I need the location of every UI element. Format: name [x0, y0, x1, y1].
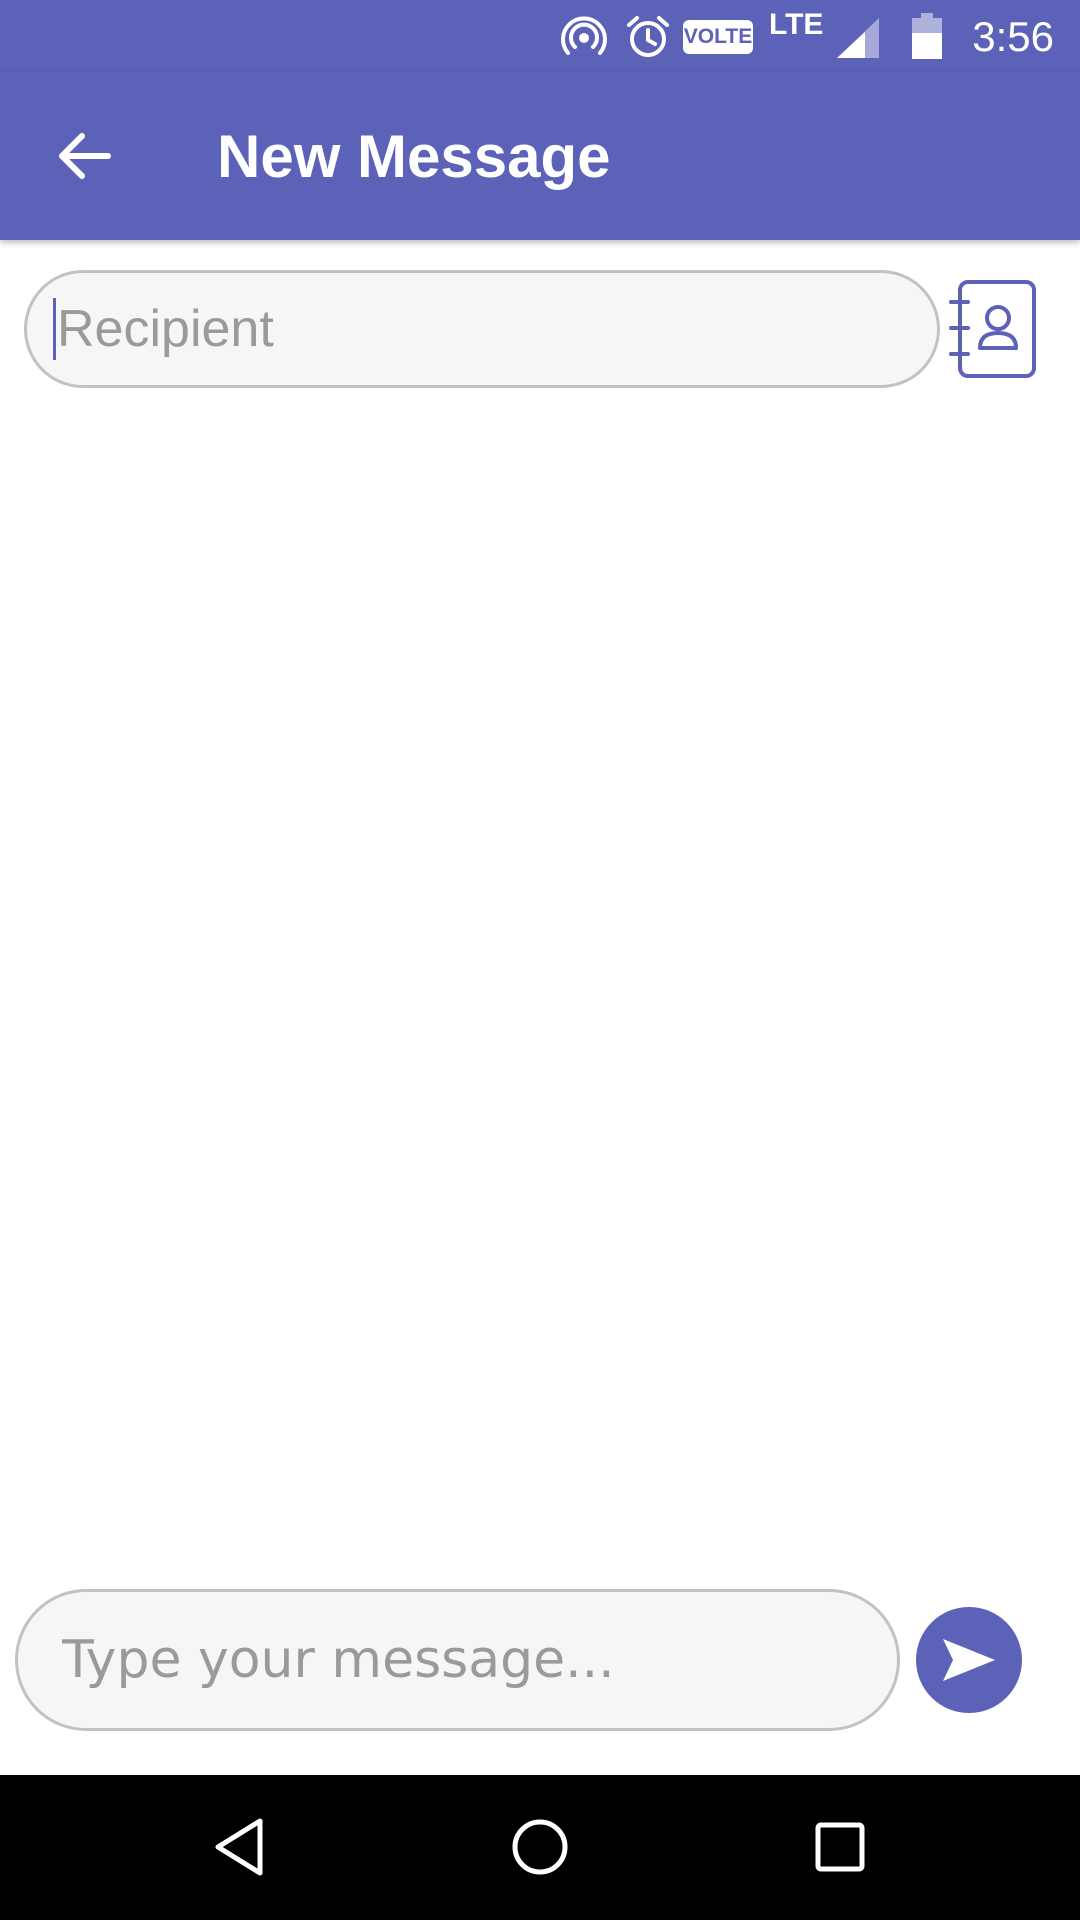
back-button[interactable]: [40, 112, 128, 200]
back-triangle-icon: [215, 1818, 263, 1876]
app-bar: New Message: [0, 72, 1080, 240]
battery-icon: [912, 13, 942, 59]
status-bar: VOLTE LTE 3:56: [0, 0, 1080, 72]
recipient-input[interactable]: [24, 270, 940, 388]
arrow-left-icon: [59, 133, 111, 179]
send-icon: [943, 1639, 995, 1681]
nav-back-button[interactable]: [190, 1797, 290, 1897]
text-cursor: [53, 298, 56, 360]
alarm-icon: [627, 16, 669, 57]
send-button[interactable]: [916, 1607, 1022, 1713]
network-type-label: LTE: [769, 8, 824, 41]
page-title: New Message: [217, 123, 611, 190]
system-navigation-bar: [0, 1775, 1080, 1920]
nav-home-button[interactable]: [490, 1797, 590, 1897]
recents-square-icon: [815, 1822, 865, 1872]
home-circle-icon: [512, 1819, 568, 1875]
signal-icon: [837, 18, 879, 58]
hotspot-icon: [561, 16, 607, 55]
contacts-book-icon: [949, 280, 1036, 378]
new-message-screen: VOLTE LTE 3:56 New Message: [0, 0, 1080, 1920]
contacts-button[interactable]: [948, 278, 1040, 380]
nav-recents-button[interactable]: [790, 1797, 890, 1897]
status-time: 3:56: [972, 13, 1054, 60]
volte-icon: VOLTE: [683, 20, 753, 54]
message-input[interactable]: [15, 1589, 900, 1731]
